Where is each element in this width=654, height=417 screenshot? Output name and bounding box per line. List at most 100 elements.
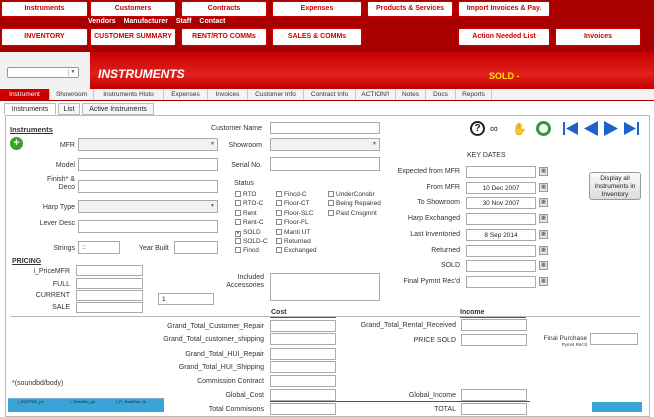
calendar-icon[interactable]: ▦ <box>539 276 548 286</box>
customer-name-input[interactable] <box>270 122 380 134</box>
calendar-icon[interactable]: ▦ <box>539 182 548 192</box>
key-date-input[interactable] <box>466 260 536 273</box>
harp-type-select[interactable]: ▼ <box>78 200 218 213</box>
key-date-input[interactable]: 30 Nov 2007 <box>466 197 536 210</box>
help-icon[interactable]: ? <box>470 121 485 136</box>
key-date-input[interactable] <box>466 275 536 288</box>
record-circle-icon[interactable] <box>536 121 551 136</box>
price-sale-input[interactable] <box>76 302 143 313</box>
nav-invoices[interactable]: Invoices <box>555 28 641 46</box>
status-checkbox-underconsbr[interactable]: UnderConsbr <box>328 191 375 198</box>
price-current-input[interactable] <box>76 290 143 301</box>
nav-products-services[interactable]: Products & Services <box>367 1 453 17</box>
status-checkbox-label: SOLD-C <box>243 238 268 245</box>
nav-vendors[interactable]: Vendors <box>88 18 116 25</box>
binoculars-icon[interactable]: ∞ <box>490 122 508 136</box>
nav-customer-summary[interactable]: CUSTOMER SUMMARY <box>90 28 176 46</box>
nav-contact[interactable]: Contact <box>199 18 225 25</box>
display-all-button[interactable]: Display all Instruments in Inventory <box>589 172 641 200</box>
income-global-input[interactable] <box>461 389 527 401</box>
key-date-input[interactable]: 8 Sep 2014 <box>466 228 536 241</box>
nav-rent-rto-comms[interactable]: RENT/RTO COMMs <box>181 28 267 46</box>
status-checkbox-fincd[interactable]: Fincd <box>235 247 259 254</box>
cost-input[interactable] <box>270 403 336 415</box>
calendar-icon[interactable]: ▦ <box>539 214 548 224</box>
subtab-active-instruments[interactable]: Active Instruments <box>82 103 154 115</box>
status-checkbox-past-cnsgmnt[interactable]: Past Cnsgmnt <box>328 209 377 217</box>
status-checkbox-floor-ct[interactable]: Floor-CT <box>276 200 310 207</box>
status-checkbox-rto-c[interactable]: RTO-C <box>235 200 263 207</box>
income-total-input[interactable] <box>461 403 527 415</box>
cost-input[interactable] <box>270 361 336 373</box>
subtab-instruments[interactable]: Instruments <box>4 103 56 115</box>
nav-staff[interactable]: Staff <box>176 18 192 25</box>
cost-input[interactable] <box>270 389 336 401</box>
showroom-select[interactable]: ▼ <box>270 138 380 151</box>
serial-input[interactable] <box>270 157 380 171</box>
add-icon[interactable]: + <box>10 137 23 150</box>
nav-inventory[interactable]: INVENTORY <box>1 28 88 46</box>
nav-sales-comms[interactable]: SALES & COMMs <box>272 28 362 46</box>
calendar-icon[interactable]: ▦ <box>539 167 548 176</box>
status-checkbox-rent[interactable]: Rent <box>235 209 257 217</box>
key-date-input[interactable] <box>466 244 536 257</box>
mfr-select[interactable]: ▼ <box>78 138 218 151</box>
nav-action-needed[interactable]: Action Needed List <box>458 28 550 46</box>
tab-docs[interactable]: Docs <box>426 89 456 100</box>
status-checkbox-manti-ut[interactable]: Manti UT <box>276 228 310 236</box>
tab-customer-info[interactable]: Customer Info <box>248 89 304 100</box>
calendar-icon[interactable]: ▦ <box>539 245 548 255</box>
cost-input[interactable] <box>270 375 336 387</box>
key-date-input[interactable]: 10 Dec 2007 <box>466 181 536 194</box>
nav-expenses[interactable]: Expenses <box>272 1 362 17</box>
income-rental-input[interactable] <box>461 319 527 331</box>
price-mfr-input[interactable] <box>76 265 143 276</box>
year-built-input[interactable] <box>174 241 218 254</box>
status-checkbox-sold-c[interactable]: SOLD-C <box>235 238 268 245</box>
nav-manufacturer[interactable]: Manufacturer <box>124 18 168 25</box>
finish-input[interactable] <box>78 180 218 193</box>
tab-showroom[interactable]: Showroom <box>50 89 94 100</box>
tab-instruments-histo[interactable]: Instruments Histo <box>94 89 164 100</box>
status-checkbox-returned[interactable]: Returned <box>276 238 311 245</box>
key-date-input[interactable] <box>466 213 536 226</box>
status-checkbox-fincd-c[interactable]: Fincd-C <box>276 191 307 198</box>
status-checkbox-rto[interactable]: RTO <box>235 191 257 198</box>
cost-input[interactable] <box>270 333 336 345</box>
calendar-icon[interactable]: ▦ <box>539 229 548 239</box>
status-checkbox-exchanged[interactable]: Exchanged <box>276 247 317 254</box>
cost-input[interactable] <box>270 320 336 332</box>
model-input[interactable] <box>78 158 218 171</box>
status-checkbox-floor-fl[interactable]: Floor-FL <box>276 219 309 226</box>
subtab-list[interactable]: List <box>58 103 80 115</box>
page-title: INSTRUMENTS <box>98 67 185 81</box>
strings-input[interactable]: :: <box>78 241 120 254</box>
price-full-input[interactable] <box>76 278 143 289</box>
tab-expenses[interactable]: Expenses <box>164 89 208 100</box>
calendar-icon[interactable]: ▦ <box>539 198 548 208</box>
tab-action[interactable]: ACTION!! <box>356 89 396 100</box>
nav-import-invoices[interactable]: Import Invoices & Pay. <box>458 1 550 17</box>
status-checkbox-being-repaired[interactable]: Being Repaired <box>328 200 381 207</box>
nav-instruments[interactable]: Instruments <box>1 1 88 17</box>
quantity-input[interactable]: 1 <box>158 293 214 305</box>
tab-contract-info[interactable]: Contract Info <box>304 89 356 100</box>
tab-notes[interactable]: Notes <box>396 89 426 100</box>
cost-input[interactable] <box>270 348 336 360</box>
status-checkbox-rent-c[interactable]: Rent-C <box>235 219 264 226</box>
nav-contracts[interactable]: Contracts <box>181 1 267 17</box>
tab-reports[interactable]: Reports <box>456 89 492 100</box>
thumbs-down-icon[interactable]: ✋ <box>512 121 528 137</box>
key-date-input[interactable] <box>466 166 536 178</box>
accessories-textarea[interactable] <box>270 273 380 301</box>
lever-input[interactable] <box>78 220 218 233</box>
status-checkbox-floor-slc[interactable]: Floor-SLC <box>276 209 314 217</box>
tab-instrument[interactable]: Instrument <box>0 89 50 100</box>
final-purchase-input[interactable] <box>590 333 638 345</box>
income-price-sold-input[interactable] <box>461 334 527 346</box>
status-checkbox-sold[interactable]: × SOLD <box>235 229 261 237</box>
tab-invoices[interactable]: Invoices <box>208 89 248 100</box>
calendar-icon[interactable]: ▦ <box>539 261 548 271</box>
nav-customers[interactable]: Customers <box>90 1 176 17</box>
record-select[interactable]: ▼ <box>7 67 79 78</box>
